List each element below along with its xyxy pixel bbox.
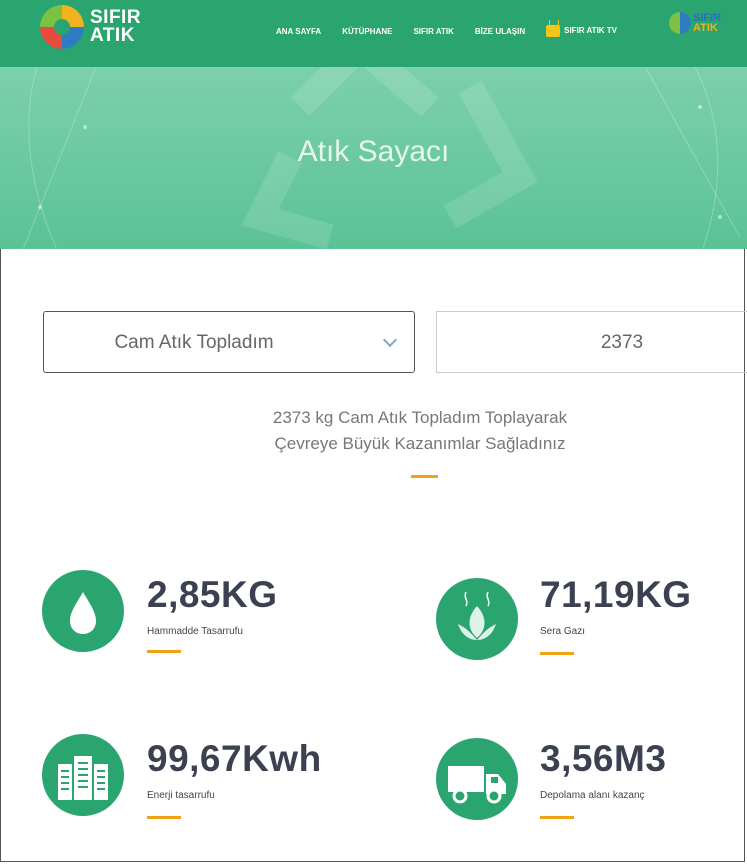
secondary-logo[interactable]: SIFIR ATIK — [669, 12, 721, 34]
stat-divider-storage — [540, 816, 574, 819]
stat-value-energy: 99,67Kwh — [147, 738, 322, 779]
water-drop-icon — [42, 570, 124, 652]
menu-item-sifir-atik-tv-label: SIFIR ATIK TV — [564, 26, 618, 36]
stat-value-storage: 3,56M3 — [540, 738, 667, 779]
menu-item-sifir-atik-tv[interactable]: SIFIR ATIK TV — [546, 25, 617, 37]
truck-icon — [436, 738, 518, 820]
logo-text: SIFIR ATIK — [90, 8, 141, 46]
stat-divider-raw-material — [147, 650, 181, 653]
secondary-logo-line2: ATIK — [693, 22, 718, 34]
site-logo[interactable]: SIFIR ATIK — [40, 5, 141, 49]
stat-value-raw-material: 2,85KG — [147, 574, 278, 615]
stat-label-storage: Depolama alanı kazanç — [540, 790, 645, 801]
stat-divider-energy — [147, 816, 181, 819]
stat-label-energy: Enerji tasarrufu — [147, 790, 215, 801]
leaf-icon — [436, 578, 518, 660]
stat-value-greenhouse-gas: 71,19KG — [540, 574, 692, 615]
tv-icon — [546, 25, 561, 37]
stat-divider-greenhouse-gas — [540, 652, 574, 655]
menu-item-kutuphane[interactable]: KÜTÜPHANE — [342, 27, 392, 36]
amount-input[interactable]: 2373 — [436, 311, 747, 373]
waste-type-selected-value: Cam Atık Topladım — [114, 332, 274, 353]
summary-divider — [411, 475, 438, 478]
menu-item-bize-ulasin[interactable]: BİZE ULAŞIN — [475, 27, 525, 36]
stat-label-greenhouse-gas: Sera Gazı — [540, 626, 586, 637]
logo-line2: ATIK — [90, 25, 135, 46]
globe-logo-icon — [669, 12, 691, 34]
page-title: Atık Sayacı — [297, 135, 450, 168]
result-summary: 2373 kg Cam Atık Topladım Toplayarak Çev… — [180, 405, 660, 457]
main-menu: ANA SAYFA KÜTÜPHANE SIFIR ATIK BİZE ULAŞ… — [276, 25, 638, 37]
result-summary-line1: 2373 kg Cam Atık Topladım Toplayarak — [272, 408, 568, 427]
amount-input-value: 2373 — [600, 332, 644, 353]
menu-item-sifir-atik[interactable]: SIFIR ATIK — [413, 27, 453, 36]
recycle-logo-icon — [40, 5, 84, 49]
menu-item-ana-sayfa[interactable]: ANA SAYFA — [276, 27, 321, 36]
waste-type-select[interactable]: Cam Atık Topladım — [43, 311, 415, 373]
top-navbar: SIFIR ATIK ANA SAYFA KÜTÜPHANE SIFIR ATI… — [0, 0, 747, 67]
stat-label-raw-material: Hammadde Tasarrufu — [147, 626, 243, 637]
result-summary-line2: Çevreye Büyük Kazanımlar Sağladınız — [274, 434, 566, 453]
hero-banner: Atık Sayacı — [0, 67, 747, 249]
buildings-icon — [42, 734, 124, 816]
secondary-logo-text: SIFIR ATIK — [693, 13, 721, 34]
